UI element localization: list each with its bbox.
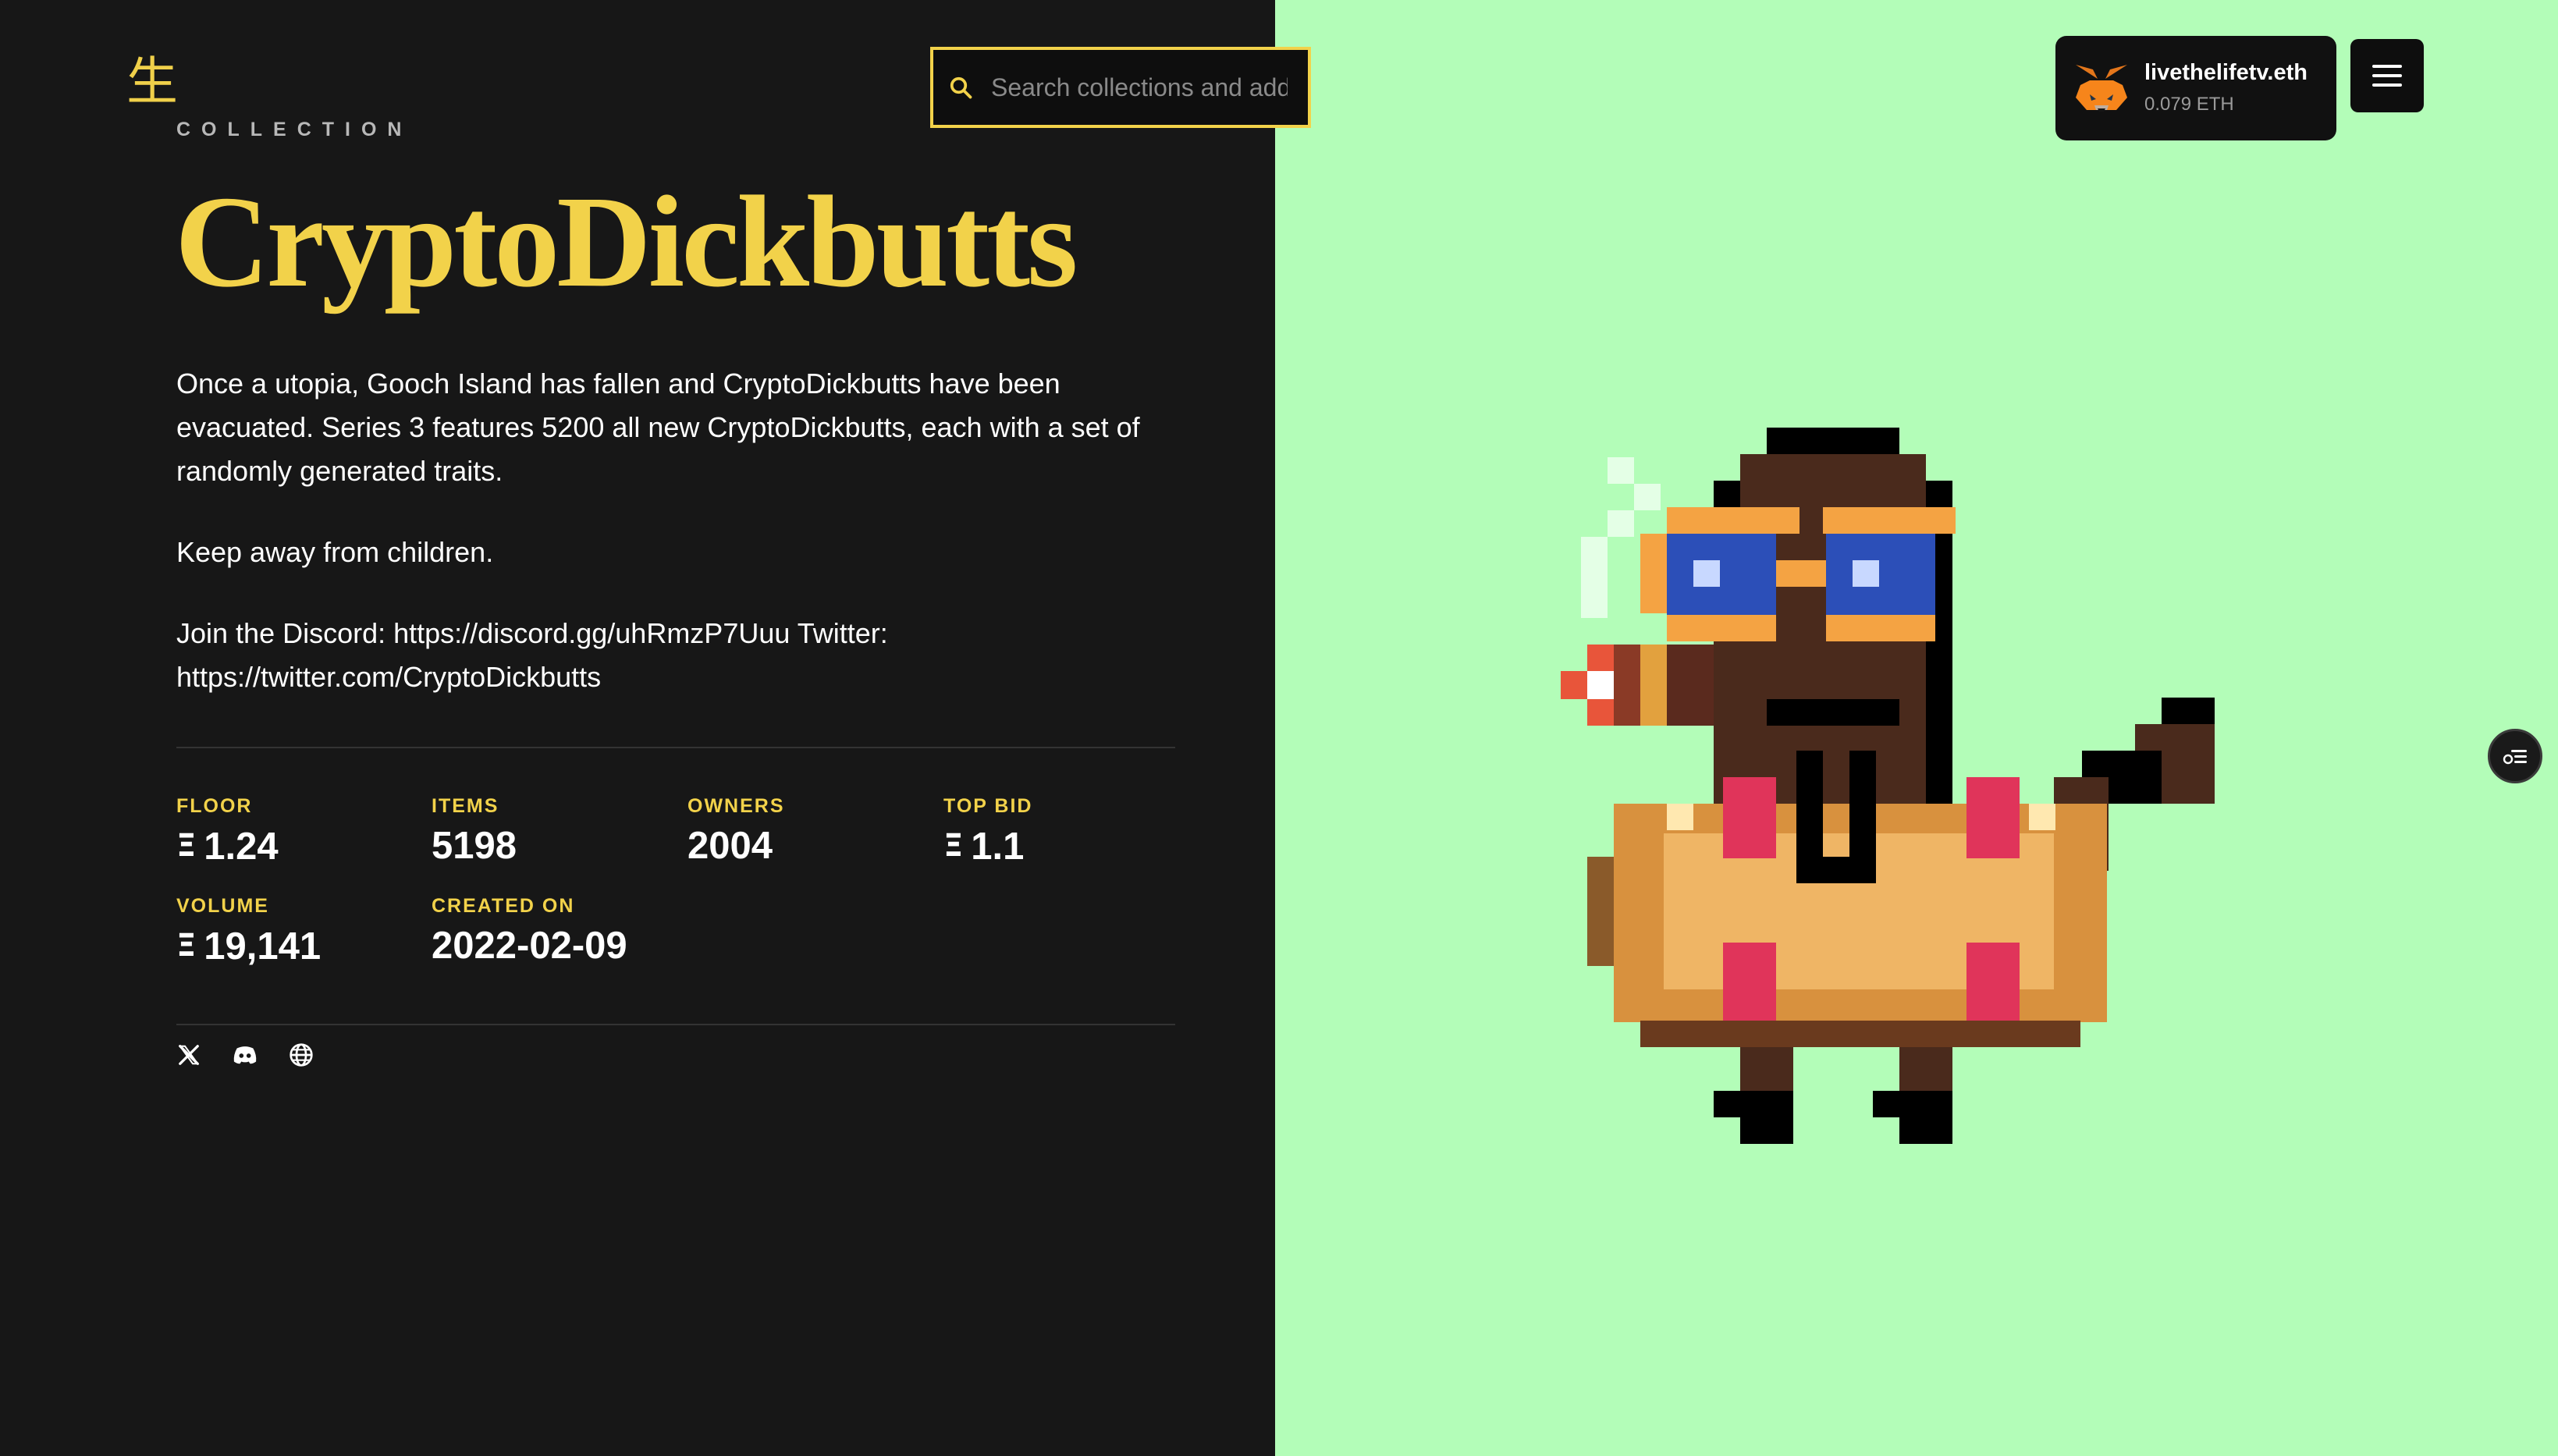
divider <box>176 1024 1175 1025</box>
filter-list-icon <box>2503 750 2527 765</box>
wallet-info: livethelifetv.eth 0.079 ETH <box>2144 59 2308 118</box>
hamburger-icon <box>2372 65 2402 87</box>
metamask-fox-icon <box>2076 65 2127 112</box>
collection-description: Once a utopia, Gooch Island has fallen a… <box>176 362 1191 737</box>
stat-created-on: CREATED ON 2022-02-09 <box>432 894 681 968</box>
description-paragraph: Once a utopia, Gooch Island has fallen a… <box>176 368 1140 487</box>
legs <box>1714 1047 1952 1144</box>
social-links <box>176 1042 314 1067</box>
stat-volume: VOLUME Ξ 19,141 <box>176 894 426 968</box>
wallet-button[interactable]: livethelifetv.eth 0.079 ETH <box>2055 36 2336 140</box>
wallet-balance: 0.079 ETH <box>2144 94 2234 115</box>
search-bar[interactable] <box>930 47 1311 128</box>
site-logo[interactable]: 生 <box>126 56 178 108</box>
stat-label: FLOOR <box>176 795 253 817</box>
stat-owners: OWNERS 2004 <box>687 794 937 868</box>
eth-icon: Ξ <box>176 928 197 964</box>
hotdog-bun <box>1587 804 2107 1047</box>
search-input[interactable] <box>991 73 1288 102</box>
side-panel-toggle[interactable] <box>2488 729 2542 783</box>
divider <box>176 747 1175 748</box>
collection-info-panel: 生 COLLECTION CryptoDickbutts Once a utop… <box>0 0 1275 1456</box>
description-paragraph: Keep away from children. <box>176 536 494 568</box>
featured-nft-image <box>1561 428 2215 1144</box>
stat-label: OWNERS <box>687 795 785 817</box>
stat-value: Ξ 1.24 <box>176 826 279 868</box>
stat-value: 5198 <box>432 825 517 867</box>
stat-label: TOP BID <box>943 795 1033 817</box>
eth-icon: Ξ <box>943 828 964 864</box>
wallet-name: livethelifetv.eth <box>2144 60 2308 85</box>
description-paragraph: Join the Discord: https://discord.gg/uhR… <box>176 617 888 693</box>
collection-eyebrow: COLLECTION <box>176 119 413 140</box>
search-icon <box>950 76 972 99</box>
stat-label: VOLUME <box>176 895 269 917</box>
globe-icon[interactable] <box>289 1042 314 1067</box>
stat-items: ITEMS 5198 <box>432 794 681 868</box>
eth-icon: Ξ <box>176 828 197 864</box>
stat-value: Ξ 1.1 <box>943 826 1025 868</box>
stat-floor: FLOOR Ξ 1.24 <box>176 794 426 868</box>
x-icon[interactable] <box>176 1042 201 1067</box>
stat-label: CREATED ON <box>432 895 575 917</box>
stat-value: Ξ 19,141 <box>176 925 322 968</box>
discord-icon[interactable] <box>233 1042 258 1067</box>
menu-button[interactable] <box>2350 39 2424 112</box>
stat-value: 2004 <box>687 825 773 867</box>
stat-top-bid: TOP BID Ξ 1.1 <box>943 794 1193 868</box>
stat-label: ITEMS <box>432 795 499 817</box>
collection-title: CryptoDickbutts <box>175 169 1078 314</box>
stat-value: 2022-02-09 <box>432 925 627 967</box>
